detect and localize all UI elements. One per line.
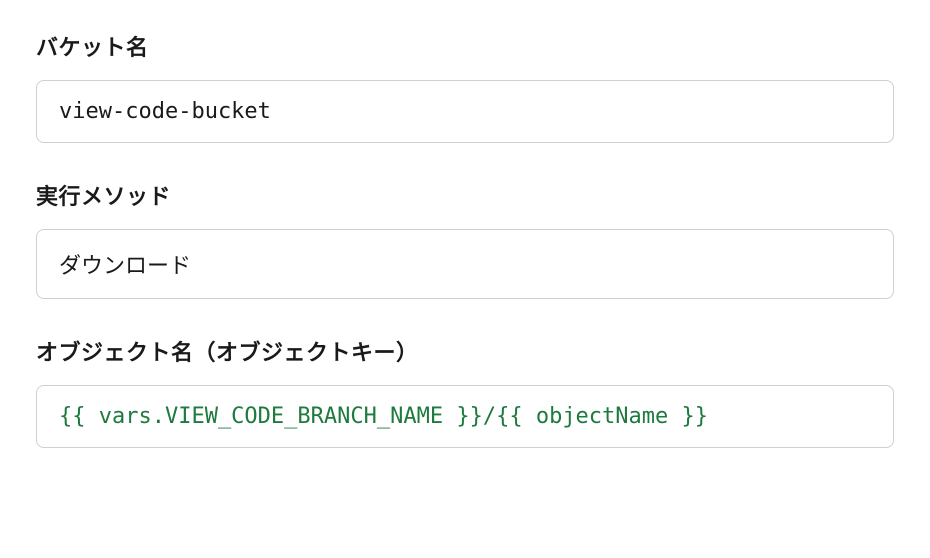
execution-method-group: 実行メソッド ダウンロード <box>36 179 894 299</box>
execution-method-label: 実行メソッド <box>36 179 894 211</box>
object-key-input[interactable] <box>36 385 894 448</box>
object-key-label: オブジェクト名（オブジェクトキー） <box>36 335 894 367</box>
object-key-group: オブジェクト名（オブジェクトキー） <box>36 335 894 448</box>
bucket-name-input[interactable] <box>36 80 894 143</box>
bucket-name-label: バケット名 <box>36 30 894 62</box>
execution-method-select[interactable]: ダウンロード <box>36 229 894 299</box>
bucket-name-group: バケット名 <box>36 30 894 143</box>
